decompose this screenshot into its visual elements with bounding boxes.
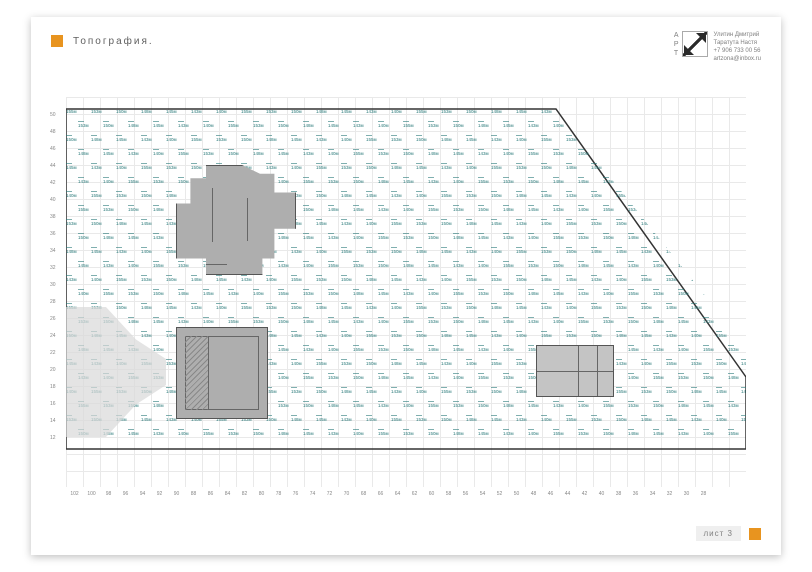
title-block: A P T Улитин Дмитрий Таратута Настя +7 9… (674, 31, 761, 63)
scale-tick: 58 (440, 491, 457, 497)
scale-tick: 22 (50, 345, 56, 362)
scale-tick: 48 (50, 124, 56, 141)
elevation-row: 145м143м140м155м153м150м148м145м143м140м… (78, 263, 746, 268)
scale-tick: 82 (236, 491, 253, 497)
scale-tick: 42 (576, 491, 593, 497)
scale-tick: 30 (678, 491, 695, 497)
scale-tick: 56 (457, 491, 474, 497)
building-square-annex (176, 327, 268, 419)
scale-tick: 44 (50, 158, 56, 175)
scale-tick: 40 (593, 491, 610, 497)
scale-tick: 92 (151, 491, 168, 497)
scale-tick: 52 (491, 491, 508, 497)
scale-tick: 94 (134, 491, 151, 497)
scale-tick: 36 (50, 226, 56, 243)
sheet-number: лист 3 (696, 526, 741, 541)
elevation-row: 155м153м150м148м145м143м140м155м153м150м… (66, 305, 746, 310)
scale-tick: 66 (372, 491, 389, 497)
sheet-footer: лист 3 (696, 526, 761, 541)
scale-tick: 46 (50, 141, 56, 158)
contact-line: +7 906 733 00 56 (714, 47, 761, 55)
scale-tick: 70 (338, 491, 355, 497)
scale-tick: 38 (610, 491, 627, 497)
scale-tick: 50 (50, 107, 56, 124)
logo-monogram-letters: A P T (674, 31, 679, 58)
scale-tick: 76 (287, 491, 304, 497)
scale-tick: 16 (50, 396, 56, 413)
scale-tick: 98 (100, 491, 117, 497)
elevation-row: 143м140м155м153м150м148м145м143м140м155м… (66, 277, 746, 282)
scale-tick: 36 (627, 491, 644, 497)
scale-tick: 28 (695, 491, 712, 497)
scale-tick: 32 (661, 491, 678, 497)
building-small-shed (536, 345, 614, 397)
scale-tick: 14 (50, 413, 56, 430)
scale-tick: 64 (389, 491, 406, 497)
header-accent-square (51, 35, 63, 47)
elevation-row: 153м150м148м145м143м140м155м153м150м148м… (66, 417, 746, 422)
elevation-row: 140м155м153м150м148м145м143м140м155м153м… (66, 389, 746, 394)
elevation-row: 145м143м140м155м153м150м148м145м143м140м… (66, 361, 746, 366)
scale-tick: 42 (50, 175, 56, 192)
scale-tick: 18 (50, 379, 56, 396)
scale-tick: 12 (50, 430, 56, 447)
topography-plan: 5048464442403836343230282624222018161412… (66, 97, 746, 487)
scale-tick: 60 (423, 491, 440, 497)
scale-tick: 44 (559, 491, 576, 497)
scale-tick: 86 (202, 491, 219, 497)
scale-tick: 46 (542, 491, 559, 497)
contact-line: artzona@inbox.ru (714, 55, 761, 63)
elevation-row: 153м150м148м145м143м140м155м153м150м148м… (66, 221, 746, 226)
footer-accent-square (749, 528, 761, 540)
scale-tick: 34 (644, 491, 661, 497)
horizontal-scale: 1021009896949290888684828078767472706866… (66, 491, 712, 497)
scale-tick: 24 (50, 328, 56, 345)
scale-tick: 102 (66, 491, 83, 497)
vertical-scale: 5048464442403836343230282624222018161412 (50, 107, 56, 447)
sheet-header: Топография. (51, 35, 154, 47)
logo-mark (682, 31, 708, 57)
drawing-sheet: Топография. A P T Улитин Дмитрий Таратут… (31, 17, 781, 555)
elevation-row: 148м145м143м140м155м153м150м148м145м143м… (66, 249, 746, 254)
scale-tick: 72 (321, 491, 338, 497)
scale-tick: 50 (508, 491, 525, 497)
scale-tick: 40 (50, 192, 56, 209)
elevation-row: 150м148м145м143м140м155м153м150м148м145м… (66, 333, 746, 338)
scale-tick: 20 (50, 362, 56, 379)
scale-tick: 48 (525, 491, 542, 497)
scale-tick: 100 (83, 491, 100, 497)
logo-letter: P (674, 40, 679, 49)
logo-letter: A (674, 31, 679, 40)
contact-line: Таратута Настя (714, 39, 761, 47)
scale-tick: 80 (253, 491, 270, 497)
scale-tick: 74 (304, 491, 321, 497)
sheet-title: Топография. (73, 36, 154, 47)
scale-tick: 26 (50, 311, 56, 328)
elevation-row: 140м155м153м150м148м145м143м140м155м153м… (78, 291, 746, 296)
scale-tick: 62 (406, 491, 423, 497)
scale-tick: 84 (219, 491, 236, 497)
scale-tick: 54 (474, 491, 491, 497)
elevation-row: 153м150м148м145м143м140м155м153м150м148м… (78, 319, 746, 324)
scale-tick: 34 (50, 243, 56, 260)
scale-tick: 32 (50, 260, 56, 277)
logo-letter: T (674, 49, 679, 58)
scale-tick: 90 (168, 491, 185, 497)
scale-tick: 96 (117, 491, 134, 497)
contact-line: Улитин Дмитрий (714, 31, 761, 39)
scale-tick: 68 (355, 491, 372, 497)
scale-tick: 78 (270, 491, 287, 497)
contact-info: Улитин Дмитрий Таратута Настя +7 906 733… (714, 31, 761, 63)
elevation-row: 150м148м145м143м140м155м153м150м148м145м… (78, 431, 746, 436)
scale-tick: 88 (185, 491, 202, 497)
scale-tick: 30 (50, 277, 56, 294)
scale-tick: 38 (50, 209, 56, 226)
scale-tick: 28 (50, 294, 56, 311)
